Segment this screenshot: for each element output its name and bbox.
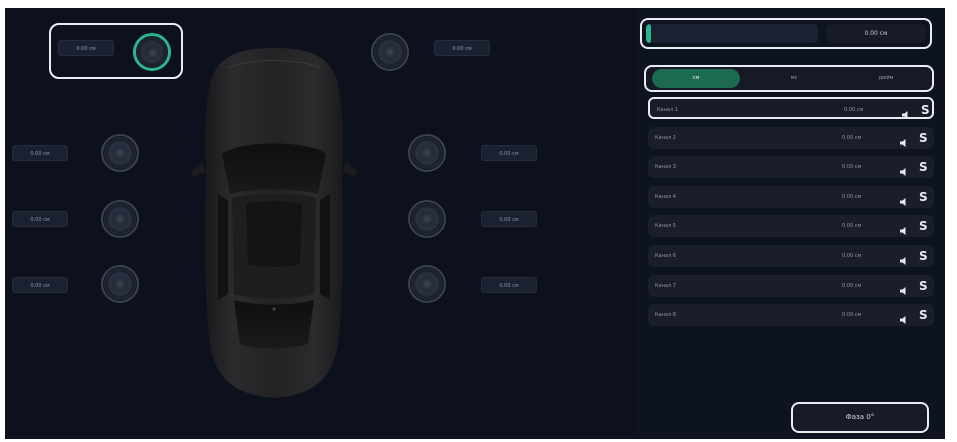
solo-button[interactable]: S	[919, 215, 928, 237]
channel-name: Канал 7	[655, 282, 676, 289]
channel-delay-value: 0.00 см	[842, 193, 862, 200]
solo-button[interactable]: S	[919, 304, 928, 326]
solo-button[interactable]: S	[919, 127, 928, 149]
solo-button[interactable]: S	[919, 156, 928, 178]
channel-delay-value: 0.00 см	[842, 312, 862, 319]
solo-button[interactable]: S	[919, 186, 928, 208]
speaker-front-right[interactable]	[371, 33, 409, 71]
delay-slider-fill	[646, 24, 652, 43]
front-left-delay-label: 0.00 см	[58, 40, 114, 56]
channel-delay-value: 0.00 см	[842, 282, 862, 289]
car-top-view-image	[191, 48, 357, 398]
front-right-delay-label: 0.00 см	[434, 40, 490, 56]
speaker-right-3[interactable]	[408, 265, 446, 303]
channel-delay-value: 0.00 см	[842, 134, 862, 141]
channel-name: Канал 5	[655, 223, 676, 230]
right-2-delay-label: 0.00 см	[481, 211, 537, 227]
channel-delay-value: 0.00 см	[842, 164, 862, 171]
channel-name: Канал 6	[655, 253, 676, 259]
right-3-delay-label: 0.00 см	[481, 277, 537, 293]
left-1-delay-label: 0.00 см	[12, 145, 68, 161]
control-panel: 0.00 см см мс дюйм Канал 1 0.00 см S Канал …	[635, 8, 945, 439]
channel-name: Канал 8	[655, 312, 676, 319]
speaker-layout-panel: 0.00 см 0.00 см 0.00 см 0.00 см 0.00 см …	[5, 8, 635, 439]
right-1-delay-label: 0.00 см	[481, 145, 537, 161]
unit-ms-tab[interactable]: мс	[750, 69, 838, 88]
speaker-icon[interactable]	[899, 251, 909, 265]
solo-button[interactable]: S	[921, 99, 930, 121]
channel-delay-value: 0.00 см	[842, 223, 862, 230]
channel-name: Канал 1	[657, 107, 678, 113]
left-3-delay-label: 0.00 см	[12, 277, 68, 293]
speaker-icon[interactable]	[899, 133, 909, 147]
channel-delay-value: 0.00 см	[842, 253, 862, 259]
channel-delay-value: 0.00 см	[844, 107, 864, 113]
speaker-right-1[interactable]	[408, 134, 446, 172]
speaker-left-3[interactable]	[101, 265, 139, 303]
delay-slider-box: 0.00 см	[640, 18, 932, 49]
unit-inch-tab[interactable]: дюйм	[842, 69, 930, 88]
app-window: 0.00 см 0.00 см 0.00 см 0.00 см 0.00 см …	[5, 8, 945, 439]
channel-row[interactable]: Канал 5 0.00 см S	[648, 215, 934, 238]
speaker-left-1[interactable]	[101, 134, 139, 172]
speaker-right-2[interactable]	[408, 200, 446, 238]
solo-button[interactable]: S	[919, 275, 928, 297]
speaker-front-left[interactable]	[133, 33, 171, 71]
delay-value-display: 0.00 см	[826, 24, 926, 43]
unit-switcher: см мс дюйм	[644, 65, 934, 92]
channel-row[interactable]: Канал 7 0.00 см S	[648, 274, 934, 297]
speaker-icon[interactable]	[899, 281, 909, 295]
channel-row[interactable]: Канал 8 0.00 см S	[648, 304, 934, 327]
speaker-left-2[interactable]	[101, 200, 139, 238]
unit-cm-tab[interactable]: см	[652, 69, 740, 88]
channel-name: Канал 2	[655, 134, 676, 141]
channel-row[interactable]: Канал 4 0.00 см S	[648, 185, 934, 208]
speaker-icon[interactable]	[899, 310, 909, 325]
speaker-icon[interactable]	[899, 162, 909, 177]
channel-row[interactable]: Канал 1 0.00 см S	[648, 97, 934, 119]
speaker-icon[interactable]	[899, 221, 909, 236]
delay-slider[interactable]	[646, 24, 818, 43]
speaker-icon[interactable]	[899, 192, 909, 206]
channel-row[interactable]: Канал 6 0.00 см S	[648, 245, 934, 267]
solo-button[interactable]: S	[919, 245, 928, 267]
channel-name: Канал 3	[655, 164, 676, 171]
speaker-icon[interactable]	[901, 105, 911, 119]
left-2-delay-label: 0.00 см	[12, 211, 68, 227]
channel-row[interactable]: Канал 3 0.00 см S	[648, 156, 934, 179]
channel-name: Канал 4	[655, 193, 676, 200]
phase-button[interactable]: Фаза 0°	[791, 402, 929, 433]
channel-row[interactable]: Канал 2 0.00 см S	[648, 126, 934, 149]
